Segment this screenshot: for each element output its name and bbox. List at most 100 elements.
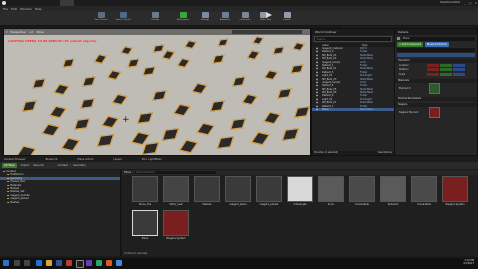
asset-tile[interactable]: Plane [132, 210, 158, 240]
floor-tile[interactable] [251, 131, 270, 145]
source-control-button[interactable]: Source Control [116, 12, 130, 23]
z-field[interactable] [453, 72, 465, 76]
tab-place-actors[interactable]: Place Actors [78, 158, 94, 161]
floor-tile[interactable] [290, 64, 304, 74]
launch-button[interactable]: Launch [282, 12, 292, 23]
floor-tile[interactable] [82, 76, 96, 87]
app-icon[interactable] [86, 260, 92, 266]
floor-tile[interactable] [74, 118, 91, 131]
y-field[interactable] [440, 72, 452, 76]
floor-tile[interactable] [277, 88, 292, 99]
app-icon[interactable] [116, 260, 122, 266]
task-view-icon[interactable] [24, 260, 30, 266]
floor-tile[interactable] [263, 111, 281, 125]
x-field[interactable] [427, 68, 439, 72]
floor-tile[interactable] [120, 46, 133, 56]
start-icon[interactable] [3, 260, 9, 266]
selected-component-row[interactable] [397, 53, 475, 57]
tab-layers[interactable]: Layers [113, 158, 122, 161]
menu-window[interactable]: Window [20, 7, 32, 11]
floor-tile[interactable] [61, 137, 81, 152]
y-field[interactable] [440, 68, 452, 72]
marketplace-button[interactable]: Marketplace [177, 12, 189, 23]
floor-tile[interactable] [184, 40, 197, 50]
path-geometry[interactable]: Geometry [73, 164, 86, 167]
tab-env-lightmixer[interactable]: Env. LightMixer [142, 158, 162, 161]
add-component-button[interactable]: + Add Component [397, 42, 424, 47]
path-content[interactable]: Content [58, 164, 68, 167]
floor-tile[interactable] [232, 76, 246, 87]
floor-tile[interactable] [217, 38, 229, 47]
asset-tile[interactable]: Niagara System [163, 210, 189, 240]
blueprints-button[interactable]: Blueprints [220, 12, 230, 23]
z-field[interactable] [453, 68, 465, 72]
floor-tile[interactable] [80, 98, 96, 110]
details-search-input[interactable] [397, 48, 475, 52]
floor-tile[interactable] [216, 136, 235, 149]
asset-tile[interactable]: reagent_plane2 [256, 176, 282, 206]
floor-tile[interactable] [294, 106, 310, 118]
x-field[interactable] [427, 63, 439, 67]
tab-blueprint[interactable]: Blueprint [46, 158, 58, 161]
viewport-menu-icon[interactable]: ▾ [6, 30, 8, 34]
floor-tile[interactable] [53, 83, 69, 95]
floor-tile[interactable] [62, 58, 75, 68]
asset-tile[interactable]: CubeAngle [287, 176, 313, 206]
minimize-icon[interactable]: _ [464, 1, 466, 5]
floor-tile[interactable] [111, 93, 128, 106]
outliner-search-input[interactable]: Search... [314, 36, 392, 42]
floor-tile[interactable] [196, 122, 215, 136]
tab-content-browser[interactable]: Content Browser [4, 158, 26, 161]
content-button[interactable]: Content [150, 12, 160, 23]
floor-tile[interactable] [41, 123, 60, 137]
explorer-icon[interactable] [46, 260, 52, 266]
niagara-thumbnail[interactable] [429, 107, 440, 118]
app-icon[interactable] [66, 260, 72, 266]
floor-tile[interactable] [162, 50, 176, 60]
floor-tile[interactable] [263, 70, 279, 81]
asset-tile[interactable]: Pathy_Leaf [163, 176, 189, 206]
floor-tile[interactable] [212, 54, 225, 64]
asset-tile[interactable]: Niagara System [442, 176, 468, 206]
floor-tile[interactable] [272, 46, 285, 56]
floor-tile[interactable] [32, 78, 47, 89]
floor-tile[interactable] [173, 103, 191, 116]
app-icon[interactable] [96, 260, 102, 266]
lit-tab[interactable]: Lit [30, 31, 33, 34]
floor-tile[interactable] [106, 70, 122, 81]
floor-tile[interactable] [179, 139, 199, 154]
floor-tile[interactable] [101, 115, 119, 129]
search-icon[interactable] [14, 260, 20, 266]
floor-tile[interactable] [247, 50, 261, 60]
z-field[interactable] [453, 63, 465, 67]
floor-tile[interactable] [292, 42, 305, 52]
actor-name-field[interactable]: Plane [402, 36, 475, 41]
asset-search-input[interactable]: Search Geometry [135, 170, 217, 175]
menu-help[interactable]: Help [35, 7, 42, 11]
edge-icon[interactable] [36, 260, 42, 266]
word-icon[interactable] [56, 260, 62, 266]
asset-tile[interactable]: Meshes [194, 176, 220, 206]
blueprint-button[interactable]: Blueprint/Add Sc [425, 42, 449, 47]
asset-tile[interactable]: reagent_plane [225, 176, 251, 206]
floor-tile[interactable] [230, 118, 247, 131]
perspective-tab[interactable]: Perspective [11, 31, 26, 34]
save-all-button[interactable]: Save All [33, 164, 43, 167]
floor-tile[interactable] [127, 58, 140, 68]
floor-tile[interactable] [16, 145, 36, 155]
show-tab[interactable]: Show [37, 31, 44, 34]
y-field[interactable] [440, 63, 452, 67]
floor-tile[interactable] [142, 66, 156, 76]
floor-tile[interactable] [22, 100, 38, 112]
close-icon[interactable]: × [474, 1, 477, 5]
x-field[interactable] [427, 72, 439, 76]
cinematics-button[interactable]: Cinematics [239, 12, 251, 23]
menu-file[interactable]: File [3, 7, 8, 11]
outliner-row[interactable]: ◉ Plane StaticMesh [312, 108, 394, 112]
asset-tile[interactable]: Unreadable [349, 176, 375, 206]
asset-tile[interactable]: Unreadable [411, 176, 437, 206]
floor-tile[interactable] [241, 93, 258, 106]
view-options-button[interactable]: View Options [378, 151, 392, 155]
floor-tile[interactable] [281, 128, 299, 141]
play-button[interactable]: Play [264, 12, 274, 23]
